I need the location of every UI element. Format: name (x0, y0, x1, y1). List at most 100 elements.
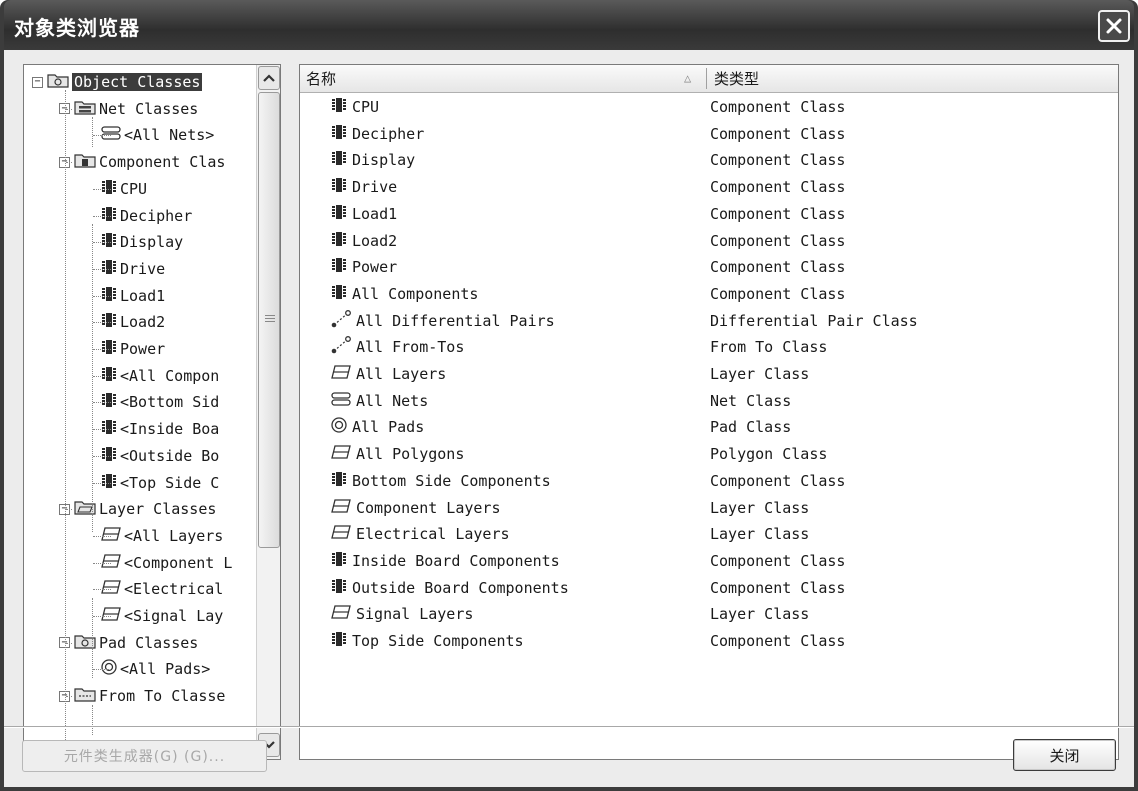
list-item[interactable]: Signal Layers Layer Class (300, 601, 1118, 627)
tree-item-label: <Bottom Sid (120, 393, 220, 412)
class-tree[interactable]: − Object Classes − Net Classes <All Nets> − Co… (24, 65, 256, 759)
close-button[interactable]: 关闭 (1013, 739, 1116, 771)
title-bar[interactable]: 对象类浏览器 (4, 0, 1134, 50)
scroll-up-button[interactable] (258, 66, 280, 90)
tree-item-label: <Top Side C (120, 473, 220, 492)
list-item-name: All Differential Pairs (356, 311, 555, 330)
tree-item[interactable]: <Electrical (100, 576, 223, 602)
tree-item[interactable]: − From To Classe (59, 683, 225, 709)
list-item[interactable]: All Differential Pairs Differential Pair … (300, 308, 1118, 334)
collapse-toggle[interactable]: − (32, 76, 43, 88)
tree-item[interactable]: Decipher (100, 203, 192, 229)
list-item[interactable]: CPU Component Class (300, 94, 1118, 120)
list-item[interactable]: Drive Component Class (300, 174, 1118, 200)
tree-item-label: Load2 (120, 313, 166, 332)
tree-item-label: <Electrical (124, 580, 224, 599)
window-close-button[interactable] (1098, 10, 1130, 42)
scroll-thumb[interactable] (258, 92, 280, 548)
list-item-name: Decipher (352, 124, 425, 143)
tree-item-label: <All Compon (120, 366, 220, 385)
list-header: 名称 △ 类类型 (300, 65, 1118, 93)
list-item[interactable]: All Components Component Class (300, 281, 1118, 307)
list-item-name: All Polygons (356, 445, 465, 464)
bottom-divider (4, 726, 1134, 728)
tree-item[interactable]: <Inside Boa (100, 416, 219, 442)
tree-item[interactable]: Display (100, 229, 183, 255)
list-item-type: Layer Class (710, 498, 810, 517)
list-item-type: Component Class (710, 578, 846, 597)
from-to-classes-icon (73, 685, 97, 707)
list-item-name: All Pads (352, 418, 425, 437)
list-item[interactable]: Load2 Component Class (300, 228, 1118, 254)
list-item[interactable]: Top Side Components Component Class (300, 628, 1118, 654)
list-item[interactable]: Component Layers Layer Class (300, 495, 1118, 521)
list-item-type: Component Class (710, 284, 846, 303)
tree-item[interactable]: <All Layers (100, 523, 223, 549)
list-item[interactable]: All Polygons Polygon Class (300, 441, 1118, 467)
column-separator[interactable] (706, 68, 707, 89)
tree-item-label: Display (120, 233, 184, 252)
class-tree-panel[interactable]: − Object Classes − Net Classes <All Nets> − Co… (23, 64, 281, 760)
tree-item[interactable]: <All Nets> (100, 122, 214, 148)
list-item-type: Component Class (710, 151, 846, 170)
component-icon (330, 230, 348, 252)
list-item-name: Component Layers (356, 498, 501, 517)
list-item[interactable]: Decipher Component Class (300, 121, 1118, 147)
list-item-name: Bottom Side Components (352, 471, 551, 490)
tree-item[interactable]: <Signal Lay (100, 603, 223, 629)
tree-item[interactable]: − Object Classes (32, 69, 203, 95)
list-item-name: Electrical Layers (356, 525, 510, 544)
list-item[interactable]: Outside Board Components Component Class (300, 575, 1118, 601)
list-item-type: Component Class (710, 231, 846, 250)
tree-item-label: From To Classe (99, 687, 226, 706)
tree-item-label: <All Layers (124, 526, 224, 545)
list-item[interactable]: All From-Tos From To Class (300, 334, 1118, 360)
layer-icon (330, 603, 352, 625)
list-item[interactable]: Power Component Class (300, 254, 1118, 280)
tree-item-label: Net Classes (99, 99, 199, 118)
tree-item-label: Pad Classes (99, 633, 199, 652)
from-to-icon (330, 336, 352, 358)
tree-item-label: <Outside Bo (120, 446, 220, 465)
tree-item[interactable]: <Bottom Sid (100, 389, 219, 415)
tree-item[interactable]: <Top Side C (100, 470, 219, 496)
tree-item[interactable]: − Net Classes (59, 96, 198, 122)
list-item[interactable]: All Pads Pad Class (300, 414, 1118, 440)
component-icon (330, 283, 348, 305)
component-icon (330, 203, 348, 225)
list-item-type: Layer Class (710, 525, 810, 544)
list-item-type: Component Class (710, 124, 846, 143)
list-item[interactable]: Load1 Component Class (300, 201, 1118, 227)
tree-item-label: Component Clas (99, 153, 226, 172)
list-item[interactable]: All Layers Layer Class (300, 361, 1118, 387)
column-header-type[interactable]: 类类型 (708, 65, 1118, 92)
list-item-type: Component Class (710, 98, 846, 116)
list-item[interactable]: Inside Board Components Component Class (300, 548, 1118, 574)
list-item[interactable]: All Nets Net Class (300, 388, 1118, 414)
component-icon (330, 550, 348, 572)
column-header-name[interactable]: 名称 (300, 65, 710, 92)
tree-item[interactable]: <All Compon (100, 363, 219, 389)
tree-item[interactable]: − Component Clas (59, 149, 225, 175)
tree-item[interactable]: <Component L (100, 550, 232, 576)
class-list-panel[interactable]: 名称 △ 类类型 CPU Component Class Decipher Compo… (299, 64, 1119, 760)
list-item[interactable]: Display Component Class (300, 147, 1118, 173)
object-class-browser-window: 对象类浏览器 − Object Classes − Net Classes <All N… (0, 0, 1138, 791)
tree-item-label: Decipher (120, 206, 193, 225)
net-icon (330, 390, 352, 412)
list-item-name: Signal Layers (356, 605, 474, 624)
object-classes-icon (46, 71, 70, 93)
list-item[interactable]: Electrical Layers Layer Class (300, 521, 1118, 547)
tree-item[interactable]: <All Pads> (100, 656, 210, 682)
component-class-generator-button[interactable]: 元件类生成器(G) (G)... (22, 740, 267, 772)
tree-item[interactable]: − Pad Classes (59, 630, 198, 656)
tree-vertical-scrollbar[interactable] (256, 65, 280, 759)
tree-item[interactable]: − Layer Classes (59, 496, 216, 522)
tree-item-label: <Component L (124, 553, 233, 572)
list-item[interactable]: Bottom Side Components Component Class (300, 468, 1118, 494)
tree-item[interactable]: <Outside Bo (100, 443, 219, 469)
close-icon (1106, 18, 1122, 34)
list-item-type: From To Class (710, 338, 828, 357)
layer-icon (330, 363, 352, 385)
tree-item-label: CPU (120, 179, 148, 198)
